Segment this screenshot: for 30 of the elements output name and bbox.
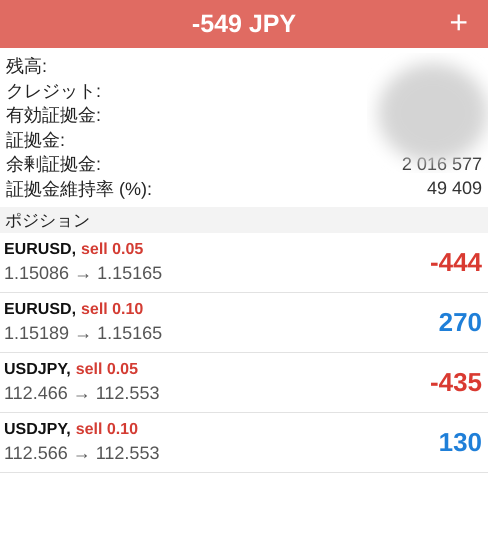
profit-value: 270 — [438, 307, 482, 338]
price-text: 112.566 → 112.553 — [4, 443, 160, 464]
summary-label: 証拠金: — [6, 128, 66, 152]
price-text: 1.15189 → 1.15165 — [4, 323, 162, 344]
symbol-text: USDJPY, — [4, 421, 71, 439]
summary-label: 有効証拠金: — [6, 104, 102, 128]
order-text: sell 0.10 — [81, 301, 144, 319]
profit-value: -435 — [430, 367, 482, 398]
price-text: 1.15086 → 1.15165 — [4, 263, 162, 284]
price-text: 112.466 → 112.553 — [4, 383, 160, 404]
position-row[interactable]: USDJPY, sell 0.10 112.566 → 112.553 130 — [0, 413, 488, 473]
profit-value: 130 — [438, 427, 482, 458]
symbol-text: USDJPY, — [4, 361, 71, 379]
summary-label: 証拠金維持率 (%): — [6, 178, 152, 201]
profit-value: -444 — [430, 247, 482, 278]
position-row[interactable]: USDJPY, sell 0.05 112.466 → 112.553 -435 — [0, 353, 488, 413]
order-text: sell 0.05 — [81, 241, 144, 259]
symbol-text: EURUSD, — [4, 241, 76, 259]
summary-label: 余剰証拠金: — [6, 153, 102, 176]
summary-label: クレジット: — [6, 80, 102, 103]
position-row[interactable]: EURUSD, sell 0.10 1.15189 → 1.15165 270 — [0, 293, 488, 353]
position-row[interactable]: EURUSD, sell 0.05 1.15086 → 1.15165 -444 — [0, 233, 488, 293]
order-text: sell 0.05 — [76, 361, 138, 379]
symbol-text: EURUSD, — [4, 301, 76, 319]
order-text: sell 0.10 — [76, 421, 138, 439]
summary-value: 49 409 — [426, 178, 482, 200]
summary-label: 残高: — [6, 55, 48, 78]
section-title: ポジション — [5, 210, 90, 232]
summary-value: 2 016 577 — [402, 154, 482, 175]
header-title: -549 JPY — [192, 10, 296, 38]
